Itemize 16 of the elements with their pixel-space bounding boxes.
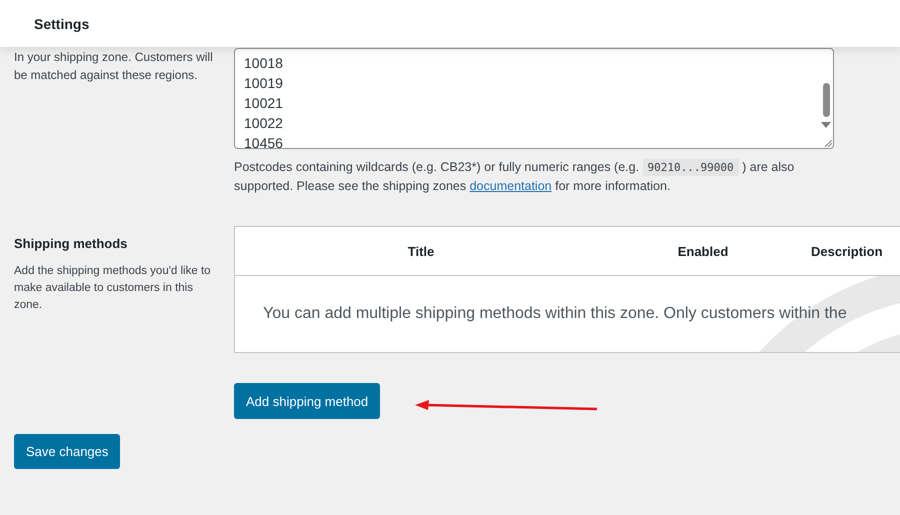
add-shipping-method-button[interactable]: Add shipping method [234,383,380,419]
page-title: Settings [34,16,90,32]
documentation-link[interactable]: documentation [470,179,552,193]
scroll-down-icon[interactable] [821,122,831,128]
section-heading: Shipping methods [14,236,128,251]
postcodes-field[interactable]: 10018 10019 10021 10022 10456 [234,48,834,149]
column-header: Enabled [678,244,728,258]
shipping-methods-description: Add the shipping methods you'd like to make available to customers in this zone. [14,264,212,313]
postcode-help-text: Postcodes containing wildcards (e.g. CB23*) or fully numeric ranges (e.g. 90210...99000 ) are also supported. Please see the shipping zones documentation for more information. [234,158,796,195]
save-changes-button[interactable]: Save changes [14,434,120,469]
zone-regions-description: In your shipping zone. Customers will be matched against these regions. [14,49,214,84]
resize-grip-icon[interactable] [824,139,832,147]
scrollbar-thumb[interactable] [823,83,830,117]
empty-table-message: You can add multiple shipping methods within this zone. Only customers within the [263,305,847,323]
column-header: Title [408,244,434,258]
column-header: Description [810,244,883,258]
